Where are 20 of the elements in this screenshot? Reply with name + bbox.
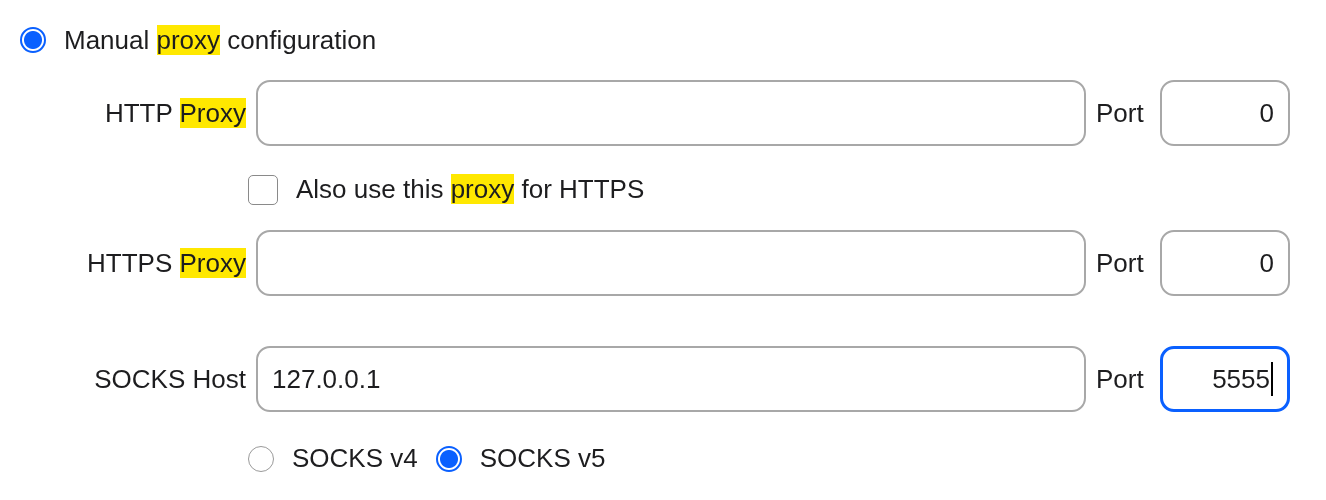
host-field[interactable]: 127.0.0.1 xyxy=(256,346,1086,412)
radio-button[interactable] xyxy=(20,27,46,53)
field-label: HTTP Proxy xyxy=(103,97,246,129)
field-label: HTTPS Proxy xyxy=(86,247,246,279)
port-label: Port xyxy=(1096,363,1145,395)
radio-label: SOCKS v4 xyxy=(292,443,418,474)
port-label: Port xyxy=(1096,247,1145,279)
port-label: Port xyxy=(1096,97,1145,129)
field-label: SOCKS Host xyxy=(93,363,246,395)
radio-button[interactable] xyxy=(435,445,462,472)
radio-label: Manual proxy configuration xyxy=(64,24,377,56)
port-field[interactable]: 5555 xyxy=(1160,346,1290,412)
checkbox[interactable] xyxy=(248,174,278,205)
port-field[interactable]: 0 xyxy=(1160,80,1290,146)
host-field[interactable] xyxy=(256,230,1086,296)
radio-button[interactable] xyxy=(248,445,274,472)
checkbox-label: Also use this proxy for HTTPS xyxy=(296,174,645,205)
port-field[interactable]: 0 xyxy=(1160,230,1290,296)
host-field[interactable] xyxy=(256,80,1086,146)
radio-label: SOCKS v5 xyxy=(479,443,606,474)
